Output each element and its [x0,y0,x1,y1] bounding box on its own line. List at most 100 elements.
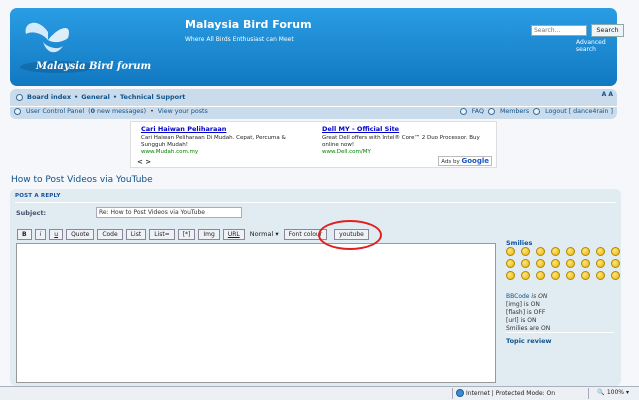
ad-2-url[interactable]: www.Dell.com/MY [322,149,492,155]
advanced-search-link[interactable]: Advanced search [576,39,617,53]
breadcrumb: Board index • General • Technical Suppor… [16,93,185,101]
italic-button[interactable]: i [34,229,47,240]
smiley-icon[interactable] [611,247,620,256]
url-status: [url] is ON [506,317,537,324]
list-button[interactable]: List [125,229,147,240]
ad-block: Cari Haiwan Peliharaan Cari Haiwan Pelih… [130,121,497,168]
smiley-icon[interactable] [506,259,515,268]
right-nav-links: FAQ Members Logout [ dance4rain ] [459,108,613,115]
list-item-button[interactable]: [*] [177,229,196,240]
ordered-list-button[interactable]: List= [149,229,175,240]
url-button[interactable]: URL [222,229,245,240]
ad-nav-arrows[interactable]: < > [137,158,151,166]
ad-1[interactable]: Cari Haiwan Peliharaan Cari Haiwan Pelih… [141,125,311,155]
smiley-icon[interactable] [581,271,590,280]
smiley-icon[interactable] [596,259,605,268]
smiley-icon[interactable] [611,271,620,280]
home-icon [16,93,23,101]
smiley-icon[interactable] [566,271,575,280]
code-button[interactable]: Code [97,229,123,240]
smiley-icon[interactable] [536,271,545,280]
site-title[interactable]: Malaysia Bird Forum [185,18,312,31]
smilies-grid [506,247,620,280]
new-messages-link[interactable]: new messages [97,108,144,115]
nav-bar: Board index • General • Technical Suppor… [10,89,617,119]
dropdown-arrow-icon: ▾ [625,389,629,396]
subject-input[interactable]: Re: How to Post Videos via YouTube [96,207,242,218]
ad-2-title[interactable]: Dell MY - Official Site [322,125,492,133]
page-title[interactable]: How to Post Videos via YouTube [11,175,153,185]
smiley-icon[interactable] [506,247,515,256]
font-size-select[interactable]: Normal ▾ [248,229,281,240]
site-header: Malaysia Bird forum Malaysia Bird Forum … [10,8,624,86]
ucp-link[interactable]: User Control Panel [26,108,84,115]
img-status: [img] is ON [506,301,540,308]
browser-status-bar: Internet | Protected Mode: On 🔍 100% ▾ [0,386,639,400]
panel-divider [15,202,616,203]
ad-1-url[interactable]: www.Mudah.com.my [141,149,311,155]
ad-2[interactable]: Dell MY - Official Site Great Dell offer… [322,125,492,155]
smiley-icon[interactable] [581,259,590,268]
faq-link[interactable]: FAQ [472,108,484,115]
ads-by-google[interactable]: Ads by Google [438,156,492,166]
ucp-links: User Control Panel (0 new messages) • Vi… [14,108,208,115]
site-description: Where All Birds Enthusiast can Meet [185,36,294,43]
message-textarea[interactable] [16,243,496,383]
post-reply-heading: POST A REPLY [15,193,61,199]
smiley-icon[interactable] [596,247,605,256]
smiley-icon[interactable] [536,259,545,268]
smiley-icon[interactable] [566,247,575,256]
smiley-icon[interactable] [611,259,620,268]
column-divider [506,332,614,333]
subject-label: Subject: [16,209,47,217]
zoom-control[interactable]: 🔍 100% ▾ [597,389,629,396]
breadcrumb-general[interactable]: General [81,93,110,101]
underline-button[interactable]: u [49,229,64,240]
status-divider [452,388,453,399]
font-size-toggle[interactable]: A A [602,91,613,98]
smiley-icon[interactable] [506,271,515,280]
smiley-icon[interactable] [581,247,590,256]
logout-link[interactable]: Logout [ dance4rain ] [545,108,613,115]
security-zone-text: Internet | Protected Mode: On [466,389,556,397]
topic-review-link[interactable]: Topic review [506,337,552,345]
logo-text: Malaysia Bird forum [35,61,151,72]
smiley-icon[interactable] [551,259,560,268]
ucp-icon [14,108,21,115]
new-messages-count: 0 [90,108,95,115]
smiley-icon[interactable] [536,247,545,256]
highlight-circle [318,220,382,250]
globe-icon [456,389,464,397]
bbcode-toolbar: B i u Quote Code List List= [*] Img URL … [17,229,369,240]
nav-divider [10,106,617,107]
post-reply-panel: POST A REPLY Subject: Re: How to Post Vi… [10,189,621,386]
bbcode-link[interactable]: BBCode [506,293,530,300]
flash-status: [flash] is OFF [506,309,546,316]
logout-icon [533,108,541,115]
dropdown-arrow-icon: ▾ [275,230,279,238]
members-icon [487,108,495,115]
breadcrumb-technical-support[interactable]: Technical Support [120,93,185,101]
magnifier-icon: 🔍 [597,389,605,396]
ad-2-text: Great Dell offers with Intel® Core™ 2 Du… [322,135,480,148]
post-options-status: BBCode is ON [img] is ON [flash] is OFF … [506,293,551,332]
breadcrumb-board-index[interactable]: Board index [27,93,71,101]
security-zone[interactable]: Internet | Protected Mode: On [456,389,555,397]
search-input[interactable] [531,25,587,36]
smiley-icon[interactable] [521,271,530,280]
smiley-icon[interactable] [551,271,560,280]
ad-1-title[interactable]: Cari Haiwan Peliharaan [141,125,311,133]
smiley-icon[interactable] [521,247,530,256]
quote-button[interactable]: Quote [66,229,95,240]
smiley-icon[interactable] [596,271,605,280]
img-button[interactable]: Img [198,229,220,240]
search-button[interactable]: Search [591,24,624,37]
members-link[interactable]: Members [500,108,529,115]
bird-logo-icon[interactable]: Malaysia Bird forum [18,12,168,80]
smiley-icon[interactable] [566,259,575,268]
smiley-icon[interactable] [521,259,530,268]
smiley-icon[interactable] [551,247,560,256]
bold-button[interactable]: B [17,229,32,240]
zoom-level: 100% [606,389,624,396]
view-posts-link[interactable]: View your posts [158,108,208,115]
